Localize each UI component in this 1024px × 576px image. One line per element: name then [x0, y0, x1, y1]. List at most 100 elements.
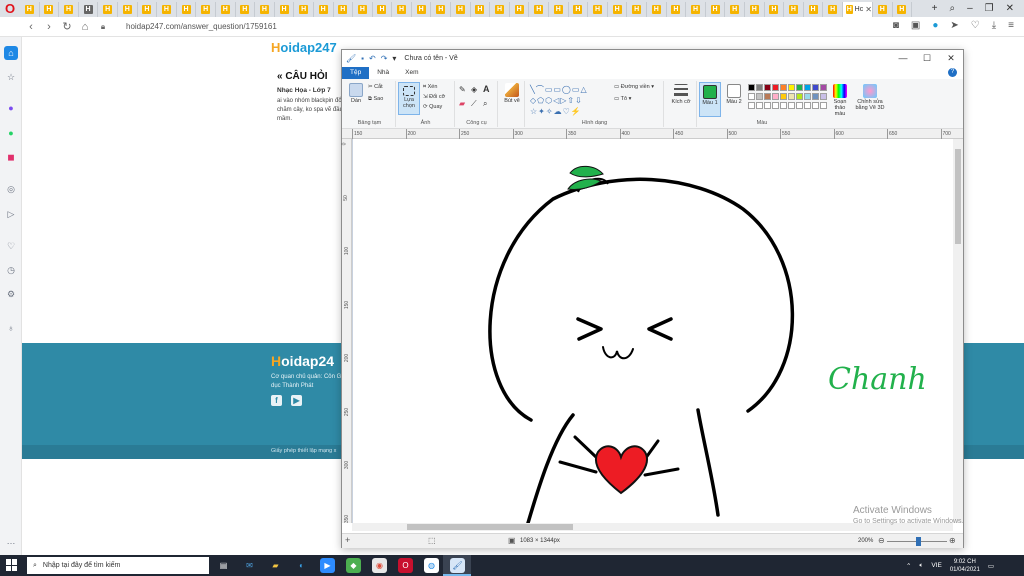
browser-tab[interactable]: H [79, 2, 99, 17]
cut-button[interactable]: ✂ Cắt [368, 84, 383, 90]
opera-logo-icon[interactable]: O [0, 0, 20, 17]
zoom-slider-thumb[interactable] [916, 537, 921, 546]
zoom-in-icon[interactable]: ⊕ [949, 536, 956, 545]
horizontal-scroll-thumb[interactable] [407, 524, 573, 530]
palette-swatch[interactable] [788, 84, 795, 91]
close-tab-icon[interactable]: ✕ [865, 5, 872, 14]
eraser-icon[interactable]: ▰ [459, 99, 465, 108]
drawing-canvas[interactable]: Chanh [353, 139, 953, 523]
paint3d-button[interactable]: Chỉnh sửa bằng Vẽ 3D [853, 84, 887, 111]
palette-swatch-empty[interactable] [804, 102, 811, 109]
palette-swatch[interactable] [748, 84, 755, 91]
browser-tab[interactable]: H [667, 2, 687, 17]
palette-swatch[interactable] [756, 84, 763, 91]
browser-tab[interactable]: H [196, 2, 216, 17]
browser-tab[interactable]: H [20, 2, 40, 17]
messenger-icon[interactable]: ● [4, 101, 18, 115]
fill-button[interactable]: ▭ Tô ▾ [614, 96, 631, 102]
notification-icon[interactable]: ▭ [988, 562, 994, 570]
crop-button[interactable]: ⌗ Xén [423, 84, 437, 91]
close-icon[interactable]: ✕ [939, 50, 963, 67]
mail-icon[interactable]: ✉ [242, 558, 257, 573]
home-icon[interactable]: ⌂ [76, 21, 94, 33]
browser-tab[interactable]: H [893, 2, 913, 17]
palette-swatch[interactable] [804, 93, 811, 100]
snapshot-icon[interactable]: ◎ [4, 182, 18, 196]
store-icon[interactable]: ◆ [346, 558, 361, 573]
facebook-icon[interactable]: f [271, 395, 282, 406]
resize-button[interactable]: ⇲ Đổi cỡ [423, 94, 445, 100]
text-tool-icon[interactable]: A [483, 84, 490, 94]
browser-tab[interactable]: H [765, 2, 785, 17]
restore-browser-icon[interactable]: ❐ [985, 3, 994, 14]
palette-swatch[interactable] [764, 84, 771, 91]
tray-chevron-icon[interactable]: ⌃ [906, 562, 911, 570]
save-icon[interactable]: ▪ [361, 54, 364, 63]
wallet-icon[interactable]: ▣ [911, 20, 920, 31]
zoom-app-icon[interactable]: ▶ [320, 558, 335, 573]
task-view-icon[interactable]: ▤ [216, 558, 231, 573]
browser-tab[interactable]: H [823, 2, 843, 17]
browser-tab[interactable]: H [412, 2, 432, 17]
palette-swatch[interactable] [812, 84, 819, 91]
heart-icon[interactable]: ♡ [971, 20, 980, 31]
browser-tab[interactable]: H [118, 2, 138, 17]
maximize-icon[interactable]: ☐ [915, 50, 939, 67]
pencil-icon[interactable]: ✎ [459, 85, 466, 94]
palette-swatch-empty[interactable] [756, 102, 763, 109]
star-icon[interactable]: ☆ [4, 70, 18, 84]
question-subject[interactable]: Nhạc Họa - Lớp 7 [277, 87, 331, 94]
browser-tab[interactable]: H [216, 2, 236, 17]
app-icon[interactable]: ◍ [424, 558, 439, 573]
undo-icon[interactable]: ↶ [369, 54, 376, 63]
send-icon[interactable]: ➤ [950, 20, 958, 31]
browser-tab[interactable]: H [784, 2, 804, 17]
menu-icon[interactable]: ≡ [1008, 20, 1014, 31]
palette-swatch[interactable] [780, 84, 787, 91]
browser-tab[interactable]: H [529, 2, 550, 17]
palette-swatch[interactable] [764, 93, 771, 100]
browser-tab[interactable]: H [510, 2, 530, 17]
magnifier-icon[interactable]: ⌕ [483, 99, 487, 109]
tab-home[interactable]: Nhà [369, 67, 397, 79]
search-tabs-icon[interactable]: ⌕ [949, 3, 955, 14]
file-explorer-icon[interactable]: ▰ [268, 558, 283, 573]
help-icon[interactable]: ? [948, 68, 957, 77]
palette-swatch-empty[interactable] [812, 102, 819, 109]
browser-tab[interactable]: H [40, 2, 60, 17]
browser-tab[interactable]: H [431, 2, 452, 17]
back-icon[interactable]: ‹ [22, 21, 40, 33]
palette-swatch-empty[interactable] [780, 102, 787, 109]
palette-swatch[interactable] [820, 93, 827, 100]
vpn-icon[interactable]: ● [932, 20, 938, 31]
url-field[interactable]: hoidap247.com/answer_question/1759161 [126, 22, 277, 31]
chrome-icon[interactable]: ◉ [372, 558, 387, 573]
palette-swatch[interactable] [772, 84, 779, 91]
taskbar-search[interactable]: ⌕ Nhập tại đây để tìm kiếm [27, 557, 209, 574]
vertical-scroll-thumb[interactable] [955, 149, 961, 244]
browser-tab[interactable]: H [275, 2, 295, 17]
palette-swatch[interactable] [804, 84, 811, 91]
tips-icon[interactable]: ♁ [4, 321, 18, 335]
browser-tab[interactable]: H [873, 2, 893, 17]
tab-file[interactable]: Tệp [342, 67, 370, 79]
qat-dropdown-icon[interactable]: ▾ [392, 54, 396, 63]
palette-swatch[interactable] [812, 93, 819, 100]
home-sidebar-icon[interactable]: ⌂ [4, 46, 18, 60]
palette-swatch[interactable] [796, 84, 803, 91]
opera-taskbar-icon[interactable]: O [398, 558, 413, 573]
browser-tab[interactable]: H [471, 2, 491, 17]
browser-tab[interactable]: H [98, 2, 118, 17]
palette-swatch-empty[interactable] [764, 102, 771, 109]
edge-icon[interactable]: ◐ [294, 558, 309, 573]
browser-tab[interactable]: H [804, 2, 824, 17]
heart-sidebar-icon[interactable]: ♡ [4, 239, 18, 253]
send-sidebar-icon[interactable]: ▷ [4, 207, 18, 221]
copy-button[interactable]: ⧉ Sao [368, 96, 383, 103]
footer-logo[interactable]: Hoidap24 [271, 353, 334, 369]
palette-swatch[interactable] [772, 93, 779, 100]
browser-tab[interactable]: H [59, 2, 79, 17]
minimize-icon[interactable]: — [891, 50, 915, 67]
browser-tab[interactable]: H [314, 2, 334, 17]
browser-tab[interactable]: H [255, 2, 275, 17]
